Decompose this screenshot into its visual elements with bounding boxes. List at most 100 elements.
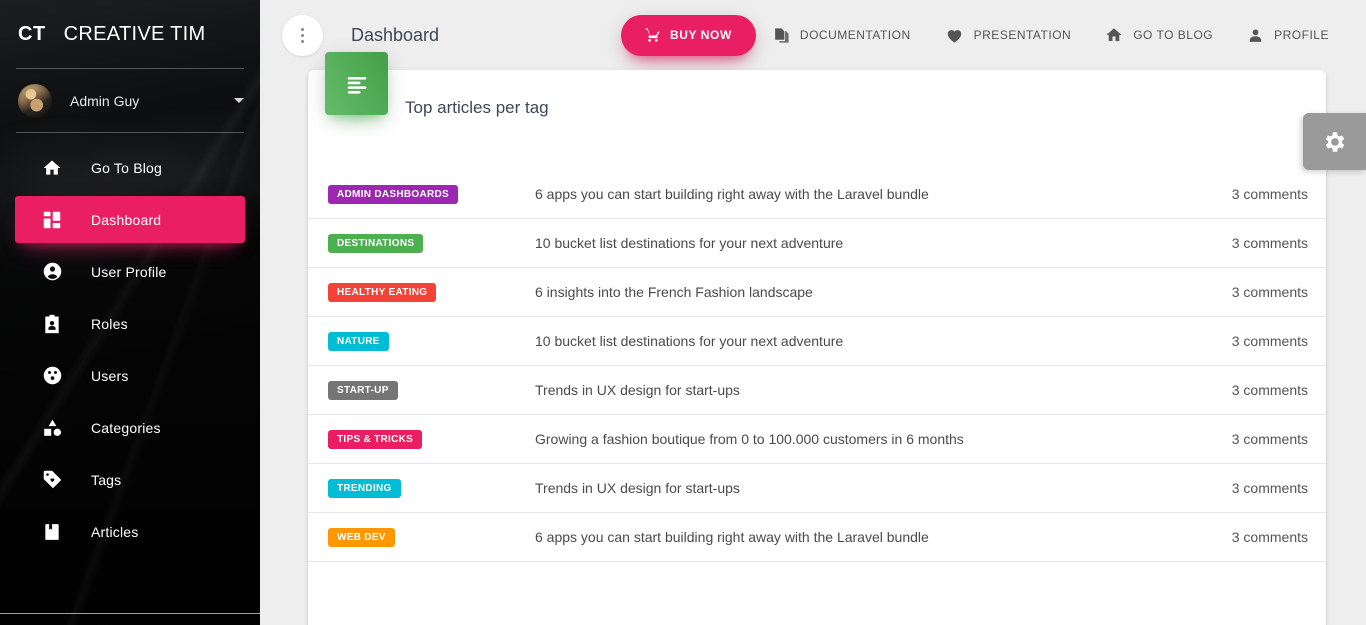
article-title: 6 insights into the French Fashion lands… bbox=[535, 284, 813, 300]
person-icon bbox=[1247, 27, 1264, 44]
sidebar-nav: Go To Blog Dashboard User Profile Roles … bbox=[0, 144, 260, 555]
sidebar-item-label: Dashboard bbox=[91, 211, 162, 228]
article-title: Growing a fashion boutique from 0 to 100… bbox=[535, 431, 964, 447]
sidebar-item-articles[interactable]: Articles bbox=[15, 508, 245, 555]
main-content: Dashboard BUY NOW DOCUMENTATION PRESENTA… bbox=[260, 0, 1366, 625]
person-icon bbox=[40, 260, 64, 284]
sidebar-item-categories[interactable]: Categories bbox=[15, 404, 245, 451]
table-row[interactable]: NATURE 10 bucket list destinations for y… bbox=[308, 317, 1326, 366]
brand-logo[interactable]: CT CREATIVE TIM bbox=[0, 0, 260, 68]
article-title: Trends in UX design for start-ups bbox=[535, 382, 740, 398]
comments-count: 3 comments bbox=[1231, 480, 1308, 496]
tag-cell: TIPS & TRICKS bbox=[328, 429, 535, 449]
sidebar-item-roles[interactable]: Roles bbox=[15, 300, 245, 347]
tag-cell: TRENDING bbox=[328, 478, 535, 498]
card-title: Top articles per tag bbox=[405, 98, 549, 117]
topbar: Dashboard BUY NOW DOCUMENTATION PRESENTA… bbox=[260, 0, 1366, 70]
tag-cell: WEB DEV bbox=[328, 527, 535, 547]
topnav-link-label: PRESENTATION bbox=[973, 28, 1072, 42]
chevron-down-icon[interactable] bbox=[234, 98, 244, 103]
home-icon bbox=[40, 156, 64, 180]
articles-table: ADMIN DASHBOARDS 6 apps you can start bu… bbox=[308, 170, 1326, 562]
article-title: 6 apps you can start building right away… bbox=[535, 529, 929, 545]
brand-name: CREATIVE TIM bbox=[63, 22, 206, 45]
comments-count: 3 comments bbox=[1231, 333, 1308, 349]
book-icon bbox=[40, 520, 64, 544]
sidebar-item-label: Go To Blog bbox=[91, 159, 163, 176]
badge-id-icon bbox=[40, 312, 64, 336]
buy-now-label: BUY NOW bbox=[669, 28, 732, 42]
sidebar-item-user-profile[interactable]: User Profile bbox=[15, 248, 245, 295]
sidebar-item-go-to-blog[interactable]: Go To Blog bbox=[15, 144, 245, 191]
article-title: Trends in UX design for start-ups bbox=[535, 480, 740, 496]
status-badge: WEB DEV bbox=[328, 528, 395, 547]
page-title: Dashboard bbox=[351, 24, 440, 45]
sidebar-divider-bottom bbox=[0, 613, 260, 614]
topnav-link-presentation[interactable]: PRESENTATION bbox=[928, 15, 1089, 55]
buy-now-button[interactable]: BUY NOW bbox=[620, 14, 756, 56]
group-icon bbox=[40, 364, 64, 388]
sidebar-item-tags[interactable]: Tags bbox=[15, 456, 245, 503]
tag-cell: DESTINATIONS bbox=[328, 233, 535, 253]
sidebar-item-label: Roles bbox=[91, 315, 128, 332]
gear-icon bbox=[1322, 129, 1348, 155]
comments-count: 3 comments bbox=[1231, 431, 1308, 447]
shopping-cart-icon bbox=[645, 27, 661, 43]
sidebar-item-label: Articles bbox=[91, 523, 139, 540]
status-badge: TRENDING bbox=[328, 479, 401, 498]
brand-mark: CT bbox=[18, 22, 46, 45]
documents-icon bbox=[773, 27, 790, 44]
user-dropdown-toggle[interactable]: Admin Guy bbox=[0, 69, 260, 132]
status-badge: HEALTHY EATING bbox=[328, 283, 437, 302]
topbar-nav: BUY NOW DOCUMENTATION PRESENTATION GO TO… bbox=[620, 14, 1346, 56]
sidebar-item-users[interactable]: Users bbox=[15, 352, 245, 399]
status-badge: START-UP bbox=[328, 381, 398, 400]
status-badge: DESTINATIONS bbox=[328, 234, 424, 253]
topnav-link-go-to-blog[interactable]: GO TO BLOG bbox=[1088, 15, 1230, 55]
comments-count: 3 comments bbox=[1231, 529, 1308, 545]
comments-count: 3 comments bbox=[1231, 382, 1308, 398]
heart-icon bbox=[945, 26, 964, 45]
sidebar-item-label: Users bbox=[91, 367, 129, 384]
sidebar-divider-user bbox=[16, 132, 244, 133]
status-badge: NATURE bbox=[328, 332, 389, 351]
sidebar-item-dashboard[interactable]: Dashboard bbox=[15, 196, 245, 243]
comments-count: 3 comments bbox=[1231, 235, 1308, 251]
article-title: 10 bucket list destinations for your nex… bbox=[535, 235, 844, 251]
status-badge: ADMIN DASHBOARDS bbox=[328, 185, 459, 204]
status-badge: TIPS & TRICKS bbox=[328, 430, 423, 449]
topnav-link-label: PROFILE bbox=[1274, 28, 1329, 42]
sidebar-item-label: Categories bbox=[91, 419, 161, 436]
top-articles-card: Top articles per tag ADMIN DASHBOARDS 6 … bbox=[308, 52, 1326, 625]
sidebar-item-label: User Profile bbox=[91, 263, 167, 280]
topnav-link-label: DOCUMENTATION bbox=[799, 28, 911, 42]
table-row[interactable]: WEB DEV 6 apps you can start building ri… bbox=[308, 513, 1326, 562]
grid-icon bbox=[40, 208, 64, 232]
table-row[interactable]: TRENDING Trends in UX design for start-u… bbox=[308, 464, 1326, 513]
table-row[interactable]: TIPS & TRICKS Growing a fashion boutique… bbox=[308, 415, 1326, 464]
sidebar-item-label: Tags bbox=[91, 471, 122, 488]
table-row[interactable]: START-UP Trends in UX design for start-u… bbox=[308, 366, 1326, 415]
tag-cell: NATURE bbox=[328, 331, 535, 351]
sidebar: CT CREATIVE TIM Admin Guy Go To Blog Das… bbox=[0, 0, 260, 625]
article-title: 10 bucket list destinations for your nex… bbox=[535, 333, 844, 349]
shapes-icon bbox=[40, 416, 64, 440]
comments-count: 3 comments bbox=[1231, 284, 1308, 300]
topnav-link-profile[interactable]: PROFILE bbox=[1230, 15, 1346, 55]
settings-gear-button[interactable] bbox=[1303, 113, 1366, 170]
tag-cell: START-UP bbox=[328, 380, 535, 400]
table-row[interactable]: ADMIN DASHBOARDS 6 apps you can start bu… bbox=[308, 170, 1326, 219]
app-root: CT CREATIVE TIM Admin Guy Go To Blog Das… bbox=[0, 0, 1366, 625]
tag-cell: HEALTHY EATING bbox=[328, 282, 535, 302]
tag-cell: ADMIN DASHBOARDS bbox=[328, 184, 535, 204]
user-name: Admin Guy bbox=[70, 92, 140, 109]
topnav-link-documentation[interactable]: DOCUMENTATION bbox=[756, 15, 928, 55]
article-title: 6 apps you can start building right away… bbox=[535, 186, 929, 202]
text-lines-icon bbox=[325, 52, 388, 115]
table-row[interactable]: DESTINATIONS 10 bucket list destinations… bbox=[308, 219, 1326, 268]
avatar bbox=[18, 83, 52, 118]
tag-icon bbox=[40, 468, 64, 492]
comments-count: 3 comments bbox=[1231, 186, 1308, 202]
table-row[interactable]: HEALTHY EATING 6 insights into the Frenc… bbox=[308, 268, 1326, 317]
vertical-dots-icon[interactable] bbox=[282, 14, 323, 56]
